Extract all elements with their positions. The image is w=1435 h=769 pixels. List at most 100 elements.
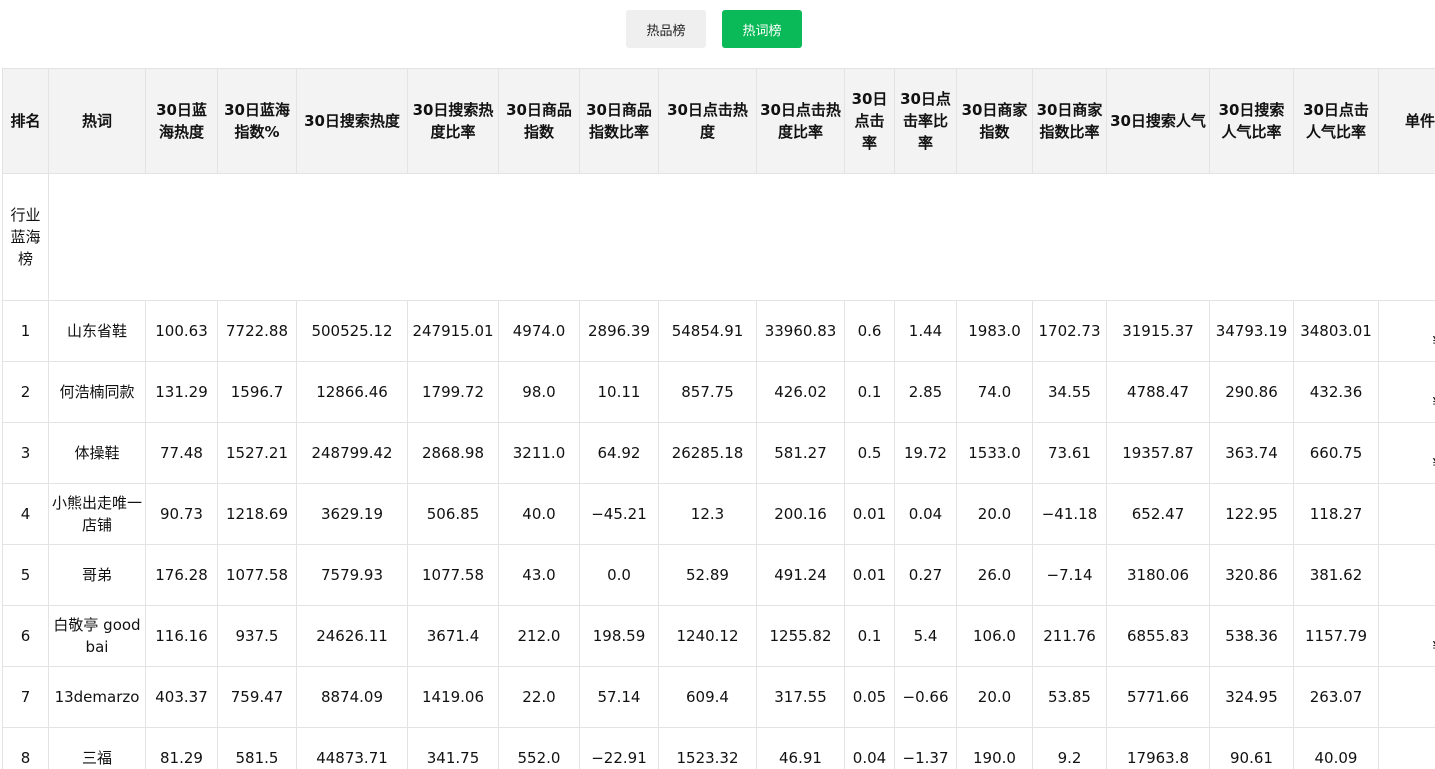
table-cell: 2896.39 — [579, 300, 659, 362]
price-min: ¥26.0 — [1382, 492, 1435, 514]
column-header[interactable]: 30日蓝海指数% — [217, 68, 297, 174]
table-cell: −41.18 — [1032, 483, 1107, 545]
column-header[interactable]: 30日点击热度比率 — [756, 68, 845, 174]
price-min: ¥0.0 — [1382, 675, 1435, 697]
table-cell: 57.14 — [579, 666, 659, 728]
table-cell: 0.0 — [579, 544, 659, 606]
price-max: ¥6500 — [1382, 636, 1435, 658]
ranking-table-container[interactable]: 排名 热词 30日蓝海热度 30日蓝海指数% 30日搜索热度 30日搜索热度比率 30日商品… — [2, 68, 1435, 769]
table-cell: −1.37 — [894, 727, 957, 769]
table-cell: 1157.79 — [1293, 605, 1379, 667]
table-cell: 1419.06 — [407, 666, 499, 728]
table-cell: 200.16 — [756, 483, 845, 545]
table-cell: 31915.37 — [1106, 300, 1210, 362]
table-cell: 26.0 — [956, 544, 1033, 606]
table-cell: 759.47 — [217, 666, 297, 728]
table-cell: −0.66 — [894, 666, 957, 728]
table-cell: 341.75 — [407, 727, 499, 769]
table-cell: 24626.11 — [296, 605, 408, 667]
column-header[interactable]: 30日商家指数比率 — [1032, 68, 1107, 174]
column-header[interactable]: 30日点击率比率 — [894, 68, 957, 174]
table-cell: 77.48 — [145, 422, 218, 484]
table-cell: 0.04 — [844, 727, 895, 769]
table-cell: 20.0 — [956, 483, 1033, 545]
table-cell: 3180.06 — [1106, 544, 1210, 606]
table-cell: 381.62 — [1293, 544, 1379, 606]
column-header[interactable]: 单件成交价 — [1378, 68, 1435, 174]
column-header[interactable]: 30日搜索热度比率 — [407, 68, 499, 174]
column-header[interactable]: 30日点击率 — [844, 68, 895, 174]
table-cell: 0.01 — [844, 483, 895, 545]
table-row[interactable]: 5 哥弟 176.28 1077.58 7579.93 1077.58 43.0 0.0 52.… — [2, 544, 1435, 606]
table-cell: 0.1 — [844, 361, 895, 423]
table-cell: 324.95 — [1209, 666, 1294, 728]
table-row[interactable]: 1 山东省鞋 100.63 7722.88 500525.12 247915.01 4974… — [2, 300, 1435, 362]
table-cell: 432.36 — [1293, 361, 1379, 423]
table-cell: 1702.73 — [1032, 300, 1107, 362]
price-min: ¥5.1 — [1382, 553, 1435, 575]
table-cell: 43.0 — [498, 544, 580, 606]
column-header[interactable]: 30日商品指数 — [498, 68, 580, 174]
table-row[interactable]: 6 白敬亭 goodbai 116.16 937.5 24626.11 3671.4 212… — [2, 605, 1435, 667]
column-header[interactable]: 排名 — [2, 68, 49, 174]
table-cell: 212.0 — [498, 605, 580, 667]
tab-hot-products[interactable]: 热品榜 — [626, 10, 706, 48]
table-cell: 22.0 — [498, 666, 580, 728]
price-max: ¥6500 — [1382, 331, 1435, 353]
table-row[interactable]: 8 三福 81.29 581.5 44873.71 341.75 552.0 −22.91 15… — [2, 727, 1435, 769]
table-cell: 34.55 — [1032, 361, 1107, 423]
column-header[interactable]: 30日蓝海热度 — [145, 68, 218, 174]
price-max: ¥161 — [1382, 697, 1435, 719]
table-cell: 44873.71 — [296, 727, 408, 769]
table-row[interactable]: 3 体操鞋 77.48 1527.21 248799.42 2868.98 3211.0 64… — [2, 422, 1435, 484]
price-min: ¥22.8 — [1382, 370, 1435, 392]
price-min: ¥0.98 — [1382, 736, 1435, 758]
table-row[interactable]: 2 何浩楠同款 131.29 1596.7 12866.46 1799.72 98.0 10.… — [2, 361, 1435, 423]
table-cell: 8874.09 — [296, 666, 408, 728]
column-header[interactable]: 30日商家指数 — [956, 68, 1033, 174]
tab-hot-words[interactable]: 热词榜 — [722, 10, 802, 48]
rank-cell: 6 — [2, 605, 49, 667]
column-header[interactable]: 30日点击热度 — [658, 68, 757, 174]
table-row[interactable]: 7 13demarzo 403.37 759.47 8874.09 1419.06 22.0… — [2, 666, 1435, 728]
table-cell: 100.63 — [145, 300, 218, 362]
table-cell: 106.0 — [956, 605, 1033, 667]
table-cell: 660.75 — [1293, 422, 1379, 484]
table-cell: 491.24 — [756, 544, 845, 606]
price-range-cell: ¥1.5¥6500 — [1378, 605, 1435, 667]
keyword-cell: 白敬亭 goodbai — [48, 605, 146, 667]
keyword-cell: 何浩楠同款 — [48, 361, 146, 423]
table-cell: 1077.58 — [217, 544, 297, 606]
table-cell: −22.91 — [579, 727, 659, 769]
price-range-cell: ¥0.0¥6500 — [1378, 422, 1435, 484]
table-cell: 1527.21 — [217, 422, 297, 484]
table-cell: 248799.42 — [296, 422, 408, 484]
column-header[interactable]: 30日搜索人气 — [1106, 68, 1210, 174]
column-header[interactable]: 30日商品指数比率 — [579, 68, 659, 174]
table-cell: 317.55 — [756, 666, 845, 728]
table-cell: 609.4 — [658, 666, 757, 728]
table-cell: 0.1 — [844, 605, 895, 667]
table-cell: 5.4 — [894, 605, 957, 667]
table-cell: 10.11 — [579, 361, 659, 423]
table-cell: 247915.01 — [407, 300, 499, 362]
column-header[interactable]: 30日搜索人气比率 — [1209, 68, 1294, 174]
table-cell: 12866.46 — [296, 361, 408, 423]
table-cell: 290.86 — [1209, 361, 1294, 423]
table-cell: 857.75 — [658, 361, 757, 423]
table-cell: 426.02 — [756, 361, 845, 423]
table-cell: 263.07 — [1293, 666, 1379, 728]
table-row[interactable]: 4 小熊出走唯一店铺 90.73 1218.69 3629.19 506.85 40.0 −4… — [2, 483, 1435, 545]
keyword-cell: 哥弟 — [48, 544, 146, 606]
table-cell: 7722.88 — [217, 300, 297, 362]
column-header[interactable]: 热词 — [48, 68, 146, 174]
table-cell: 40.0 — [498, 483, 580, 545]
keyword-cell: 13demarzo — [48, 666, 146, 728]
price-min: ¥1.5 — [1382, 614, 1435, 636]
table-cell: 1523.32 — [658, 727, 757, 769]
column-header[interactable]: 30日搜索热度 — [296, 68, 408, 174]
table-cell: 90.61 — [1209, 727, 1294, 769]
table-cell: 1533.0 — [956, 422, 1033, 484]
column-header[interactable]: 30日点击人气比率 — [1293, 68, 1379, 174]
table-cell: 7579.93 — [296, 544, 408, 606]
